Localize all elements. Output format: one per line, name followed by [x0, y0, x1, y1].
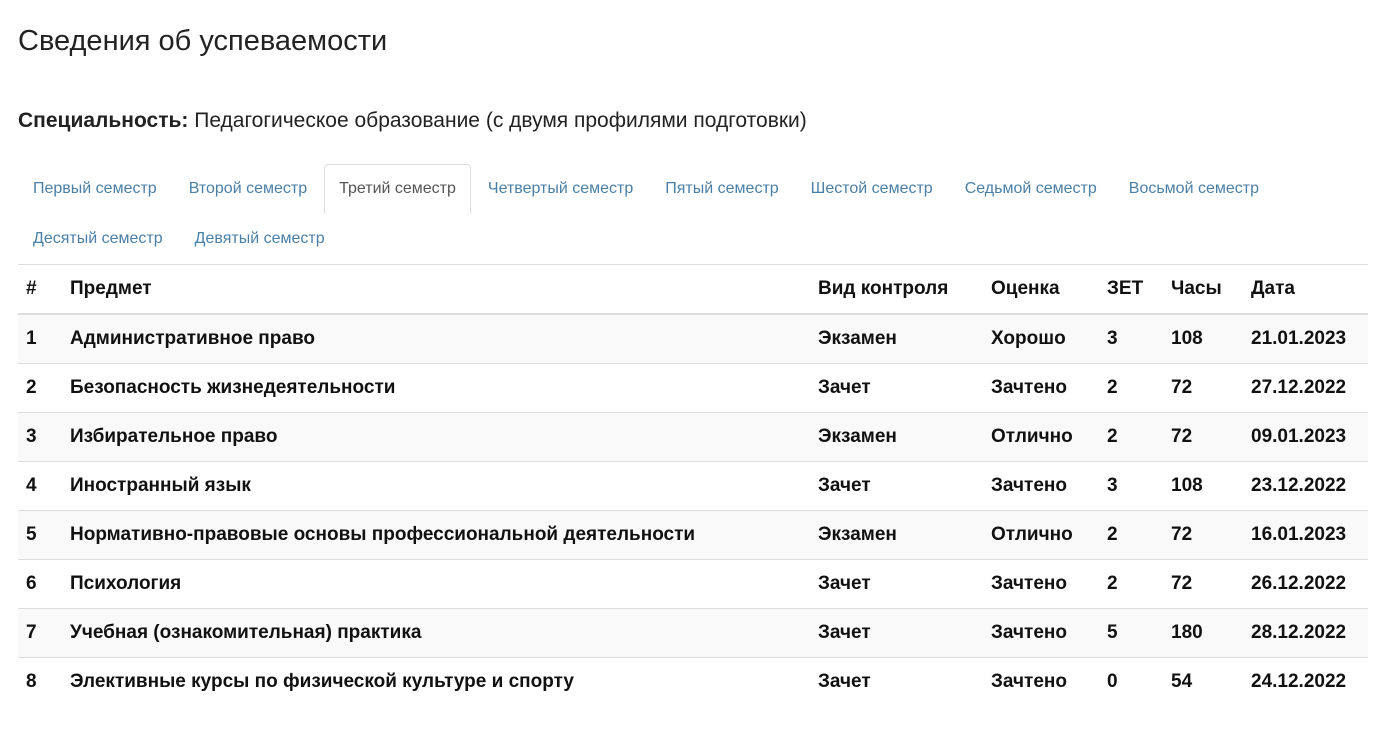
cell-num: 7 [18, 608, 62, 658]
table-row: 2 Безопасность жизнедеятельности Зачет З… [18, 363, 1368, 413]
tab-semester-9[interactable]: Девятый семестр [180, 214, 340, 264]
tab-semester-1[interactable]: Первый семестр [18, 164, 172, 214]
specialty-line: Специальность: Педагогическое образовани… [18, 108, 1368, 134]
cell-zet: 5 [1099, 608, 1163, 658]
cell-num: 3 [18, 412, 62, 462]
specialty-label: Специальность: [18, 109, 189, 132]
semester-tabs: Первый семестр Второй семестр Третий сем… [18, 164, 1370, 264]
cell-date: 28.12.2022 [1243, 608, 1368, 658]
cell-subject: Избирательное право [62, 412, 810, 462]
tab-semester-8[interactable]: Восьмой семестр [1114, 164, 1274, 214]
cell-control: Экзамен [810, 313, 983, 364]
cell-grade: Зачтено [983, 559, 1099, 609]
cell-zet: 3 [1099, 461, 1163, 511]
cell-zet: 2 [1099, 510, 1163, 560]
table-row: 3 Избирательное право Экзамен Отлично 2 … [18, 412, 1368, 462]
cell-hours: 72 [1163, 363, 1243, 413]
header-control: Вид контроля [810, 264, 983, 315]
cell-zet: 2 [1099, 363, 1163, 413]
cell-grade: Зачтено [983, 657, 1099, 706]
cell-date: 09.01.2023 [1243, 412, 1368, 462]
cell-subject: Элективные курсы по физической культуре … [62, 657, 810, 706]
cell-num: 4 [18, 461, 62, 511]
header-grade: Оценка [983, 264, 1099, 315]
cell-control: Экзамен [810, 412, 983, 462]
header-subject: Предмет [62, 264, 810, 315]
cell-grade: Отлично [983, 412, 1099, 462]
cell-date: 16.01.2023 [1243, 510, 1368, 560]
cell-grade: Зачтено [983, 461, 1099, 511]
cell-zet: 2 [1099, 412, 1163, 462]
cell-hours: 72 [1163, 559, 1243, 609]
cell-hours: 72 [1163, 510, 1243, 560]
cell-hours: 72 [1163, 412, 1243, 462]
specialty-value: Педагогическое образование (с двумя проф… [194, 109, 807, 132]
cell-date: 26.12.2022 [1243, 559, 1368, 609]
tab-semester-4[interactable]: Четвертый семестр [473, 164, 648, 214]
cell-grade: Зачтено [983, 608, 1099, 658]
cell-control: Зачет [810, 461, 983, 511]
header-zet: ЗЕТ [1099, 264, 1163, 315]
tab-semester-3[interactable]: Третий семестр [324, 164, 471, 214]
cell-num: 5 [18, 510, 62, 560]
cell-num: 2 [18, 363, 62, 413]
cell-control: Зачет [810, 608, 983, 658]
grades-page: Сведения об успеваемости Специальность: … [0, 0, 1368, 706]
cell-control: Зачет [810, 559, 983, 609]
cell-subject: Психология [62, 559, 810, 609]
cell-date: 24.12.2022 [1243, 657, 1368, 706]
cell-subject: Учебная (ознакомительная) практика [62, 608, 810, 658]
cell-subject: Иностранный язык [62, 461, 810, 511]
cell-grade: Зачтено [983, 363, 1099, 413]
cell-grade: Отлично [983, 510, 1099, 560]
cell-control: Экзамен [810, 510, 983, 560]
cell-date: 21.01.2023 [1243, 313, 1368, 364]
cell-grade: Хорошо [983, 313, 1099, 364]
cell-num: 6 [18, 559, 62, 609]
cell-zet: 3 [1099, 313, 1163, 364]
cell-date: 27.12.2022 [1243, 363, 1368, 413]
table-row: 7 Учебная (ознакомительная) практика Зач… [18, 608, 1368, 658]
table-row: 8 Элективные курсы по физической культур… [18, 657, 1368, 706]
tab-semester-6[interactable]: Шестой семестр [796, 164, 948, 214]
grades-table: # Предмет Вид контроля Оценка ЗЕТ Часы Д… [18, 264, 1368, 706]
table-header-row: # Предмет Вид контроля Оценка ЗЕТ Часы Д… [18, 264, 1368, 315]
header-hours: Часы [1163, 264, 1243, 315]
tab-semester-2[interactable]: Второй семестр [174, 164, 322, 214]
table-row: 6 Психология Зачет Зачтено 2 72 26.12.20… [18, 559, 1368, 609]
tab-semester-5[interactable]: Пятый семестр [650, 164, 793, 214]
cell-zet: 2 [1099, 559, 1163, 609]
cell-subject: Административное право [62, 313, 810, 364]
header-date: Дата [1243, 264, 1368, 315]
cell-zet: 0 [1099, 657, 1163, 706]
cell-num: 1 [18, 313, 62, 364]
page-title: Сведения об успеваемости [18, 25, 388, 57]
cell-hours: 54 [1163, 657, 1243, 706]
table-row: 5 Нормативно-правовые основы профессиона… [18, 510, 1368, 560]
header-num: # [18, 264, 62, 315]
tab-semester-7[interactable]: Седьмой семестр [950, 164, 1112, 214]
cell-control: Зачет [810, 363, 983, 413]
cell-date: 23.12.2022 [1243, 461, 1368, 511]
tab-semester-10[interactable]: Десятый семестр [18, 214, 178, 264]
cell-subject: Безопасность жизнедеятельности [62, 363, 810, 413]
cell-num: 8 [18, 657, 62, 706]
table-row: 4 Иностранный язык Зачет Зачтено 3 108 2… [18, 461, 1368, 511]
cell-hours: 108 [1163, 313, 1243, 364]
cell-subject: Нормативно-правовые основы профессиональ… [62, 510, 810, 560]
cell-hours: 108 [1163, 461, 1243, 511]
cell-hours: 180 [1163, 608, 1243, 658]
table-row: 1 Административное право Экзамен Хорошо … [18, 313, 1368, 364]
cell-control: Зачет [810, 657, 983, 706]
